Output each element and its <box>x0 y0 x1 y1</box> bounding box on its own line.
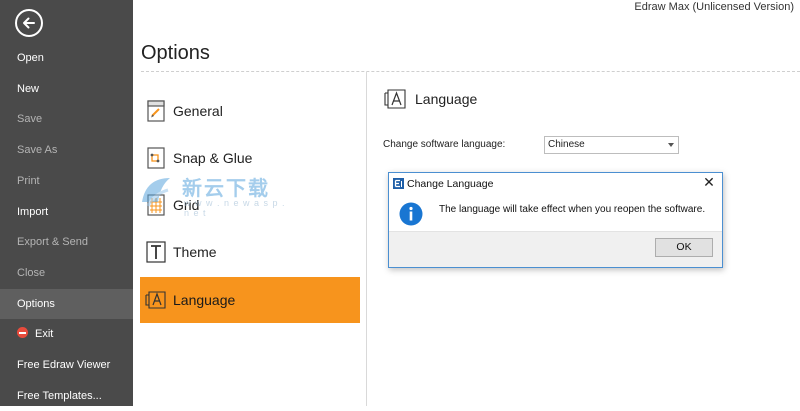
close-icon[interactable]: ✕ <box>702 175 716 189</box>
general-icon <box>145 99 167 123</box>
menu-item-options[interactable]: Options <box>0 289 133 319</box>
snap-glue-icon <box>145 146 167 170</box>
menu-item-new[interactable]: New <box>0 74 133 104</box>
theme-icon <box>145 240 167 264</box>
section-title: Language <box>415 91 478 107</box>
category-label: Snap & Glue <box>173 150 253 166</box>
menu-item-print[interactable]: Print <box>0 166 133 196</box>
language-select-value: Chinese <box>548 139 585 150</box>
menu-item-save-as[interactable]: Save As <box>0 135 133 165</box>
dialog-title: Change Language <box>407 178 494 190</box>
info-icon <box>399 202 423 226</box>
dialog-message: The language will take effect when you r… <box>439 204 706 215</box>
category-general[interactable]: General <box>140 88 360 134</box>
menu-item-label: Export & Send <box>17 236 88 248</box>
exit-icon <box>17 327 28 338</box>
category-label: General <box>173 103 223 119</box>
menu-item-label: Save As <box>17 144 58 156</box>
menu-item-label: Free Edraw Viewer <box>17 359 111 371</box>
menu-item-label: New <box>17 83 40 95</box>
menu-item-open[interactable]: Open <box>0 43 133 73</box>
title-divider <box>141 71 800 72</box>
menu-item-label: Import <box>17 206 49 218</box>
language-icon <box>145 288 167 312</box>
menu-item-label: Save <box>17 113 43 125</box>
change-language-dialog: Change Language ✕ The language will take… <box>388 172 723 268</box>
menu-item-close[interactable]: Close <box>0 258 133 288</box>
category-theme[interactable]: Theme <box>140 229 360 275</box>
app-title: Edraw Max (Unlicensed Version) <box>634 1 794 13</box>
category-label: Language <box>173 292 236 308</box>
dialog-footer: OK <box>389 231 722 267</box>
language-select[interactable]: Chinese <box>544 136 679 154</box>
ok-button[interactable]: OK <box>655 238 713 257</box>
grid-icon <box>145 193 167 217</box>
change-language-label: Change software language: <box>383 139 506 150</box>
category-label: Theme <box>173 244 217 260</box>
page-title: Options <box>141 42 210 64</box>
language-icon <box>384 89 406 109</box>
back-button[interactable] <box>15 9 43 37</box>
menu-item-export-send[interactable]: Export & Send <box>0 227 133 257</box>
chevron-down-icon <box>668 143 674 147</box>
edraw-app-icon <box>393 178 404 189</box>
menu-item-free-templates[interactable]: Free Templates... <box>0 381 133 411</box>
menu-item-free-edraw-viewer[interactable]: Free Edraw Viewer <box>0 350 133 380</box>
back-arrow-icon <box>23 17 35 29</box>
pane-divider <box>366 72 367 406</box>
menu-item-exit[interactable]: Exit <box>0 319 133 349</box>
category-label: Grid <box>173 197 200 213</box>
category-grid[interactable]: Grid <box>140 182 360 228</box>
menu-item-label: Open <box>17 52 44 64</box>
category-snap-glue[interactable]: Snap & Glue <box>140 135 360 181</box>
menu-item-save[interactable]: Save <box>0 104 133 134</box>
menu-item-label: Close <box>17 267 46 279</box>
menu-item-label: Free Templates... <box>17 390 102 402</box>
language-section-heading: Language <box>383 89 477 109</box>
menu-item-import[interactable]: Import <box>0 197 133 227</box>
backstage-sidebar: Open New Save Save As Print Import Expor… <box>0 0 133 406</box>
menu-item-label: Options <box>17 298 55 310</box>
menu-item-label: Exit <box>35 328 54 340</box>
menu-item-label: Print <box>17 175 40 187</box>
category-language[interactable]: Language <box>140 277 360 323</box>
